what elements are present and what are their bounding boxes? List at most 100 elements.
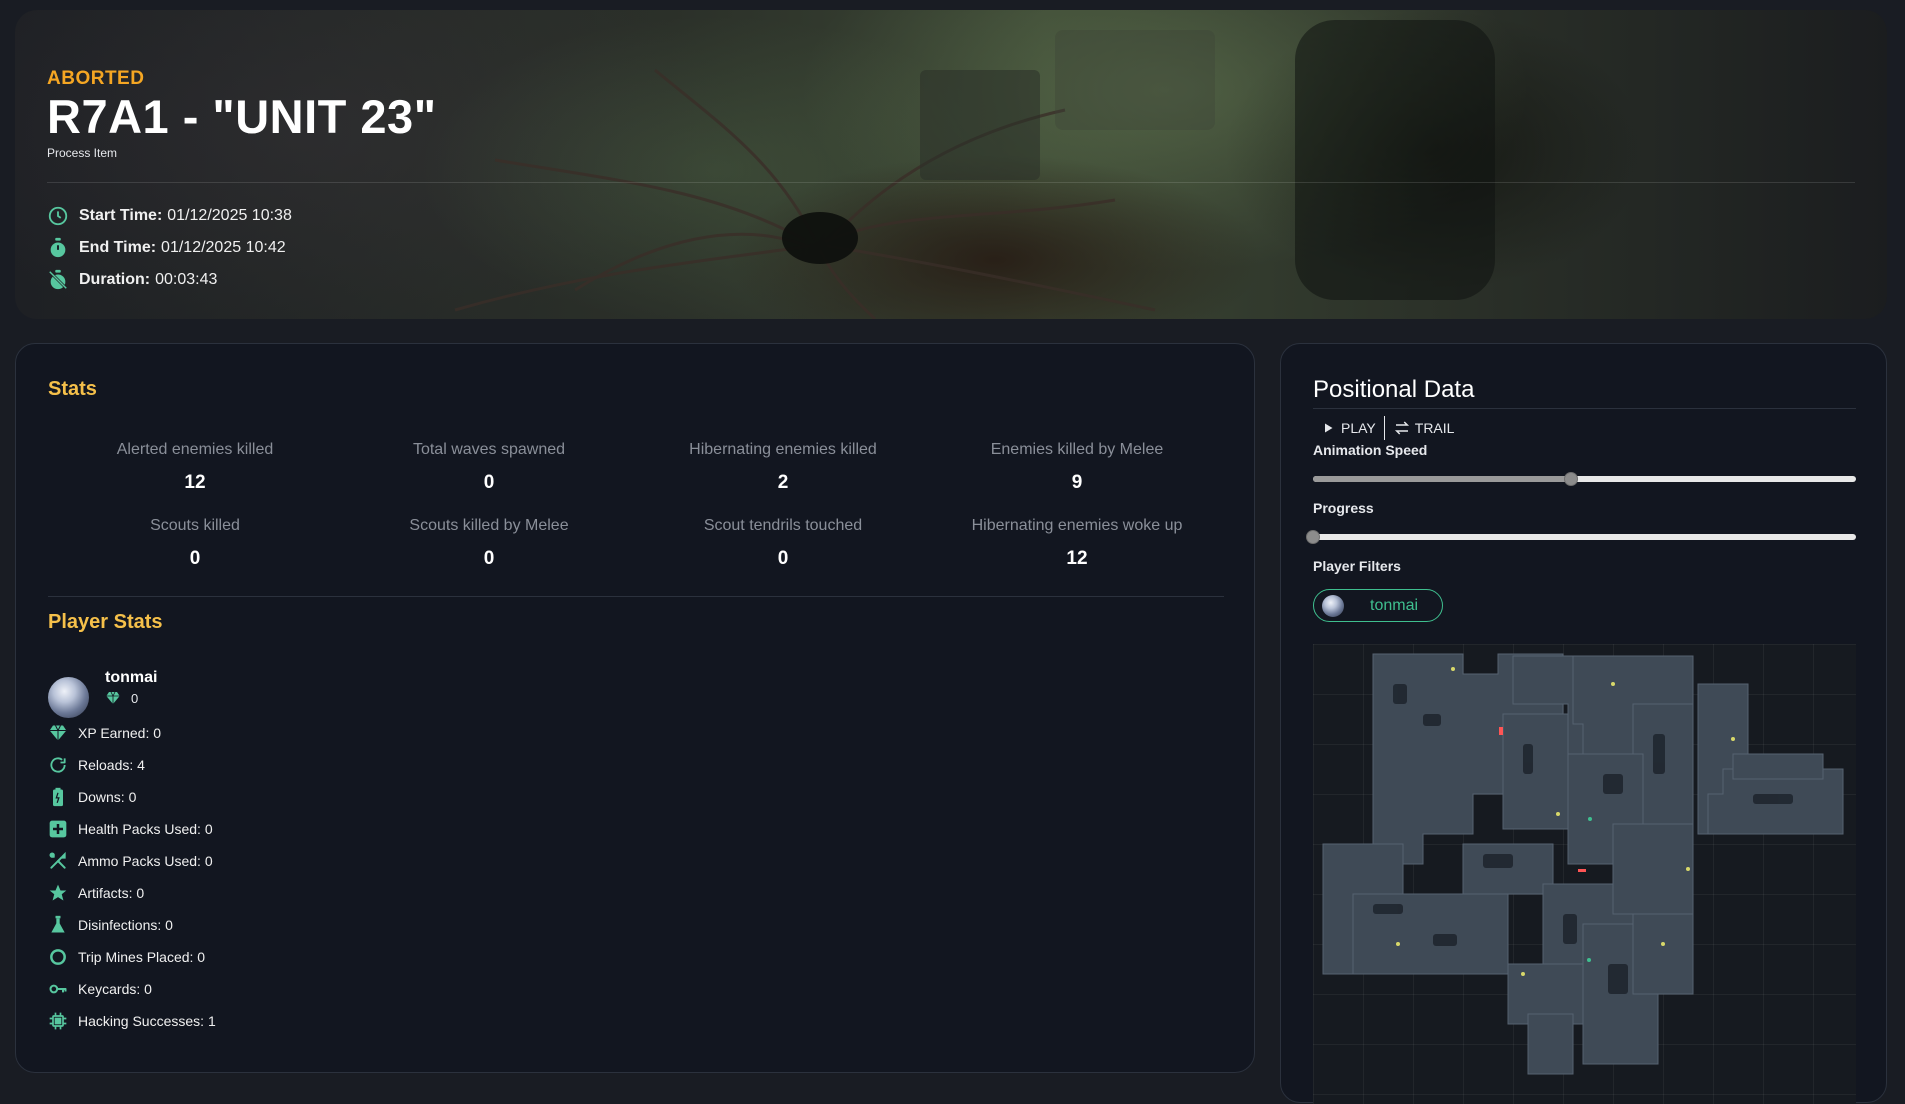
stat-label: Enemies killed by Melee — [990, 441, 1164, 458]
stat-scouts-killed: Scouts killed 0 — [48, 512, 342, 588]
time-list: Start Time: 01/12/2025 10:38 End Time: 0… — [47, 200, 292, 296]
player-filter-chip[interactable]: tonmai — [1313, 589, 1443, 622]
xp-earned-text: XP Earned: 0 — [78, 725, 162, 741]
stat-enemies-killed-by-melee: Enemies killed by Melee 9 — [930, 436, 1224, 512]
play-button[interactable]: PLAY — [1313, 419, 1382, 437]
stat-value: 12 — [1066, 548, 1088, 569]
banner-background-art — [454, 20, 1495, 319]
stat-value: 9 — [1071, 472, 1083, 493]
clock-icon — [47, 205, 69, 227]
slider-thumb[interactable] — [1563, 472, 1578, 486]
disinfections-row: Disinfections: 0 — [48, 909, 216, 941]
stat-total-waves-spawned: Total waves spawned 0 — [342, 436, 636, 512]
health-packs-text: Health Packs Used: 0 — [78, 821, 213, 837]
player-header: tonmai 0 — [48, 669, 157, 718]
stats-grid: Alerted enemies killed 12 Total waves sp… — [48, 436, 1224, 588]
star-icon — [48, 883, 68, 903]
slider-track — [1313, 534, 1856, 540]
stats-panel: Stats Alerted enemies killed 12 Total wa… — [15, 343, 1255, 1073]
hacking-text: Hacking Successes: 1 — [78, 1013, 216, 1029]
stat-label: Scouts killed by Melee — [409, 517, 569, 534]
chip-icon — [48, 1011, 68, 1031]
slider-fill — [1313, 476, 1571, 482]
start-time-label: Start Time: — [79, 207, 163, 224]
ammo-packs-text: Ammo Packs Used: 0 — [78, 853, 213, 869]
tools-icon — [48, 851, 68, 871]
key-icon — [48, 979, 68, 999]
start-time-value: 01/12/2025 10:38 — [167, 207, 292, 224]
gem-icon — [48, 723, 68, 743]
downs-row: Downs: 0 — [48, 781, 216, 813]
stat-value: 12 — [184, 472, 206, 493]
trail-button[interactable]: TRAIL — [1387, 419, 1461, 437]
level-map-drawing — [1322, 653, 1844, 1075]
flask-icon — [48, 915, 68, 935]
level-map[interactable] — [1313, 644, 1856, 1104]
stat-label: Total waves spawned — [412, 441, 566, 458]
positional-panel: Positional Data PLAY TRAIL Animation Spe… — [1280, 343, 1887, 1104]
stat-alerted-enemies-killed: Alerted enemies killed 12 — [48, 436, 342, 512]
trip-mines-row: Trip Mines Placed: 0 — [48, 941, 216, 973]
reloads-row: Reloads: 4 — [48, 749, 216, 781]
end-time-value: 01/12/2025 10:42 — [161, 239, 286, 256]
playback-controls: PLAY TRAIL — [1313, 412, 1460, 444]
progress-slider[interactable] — [1306, 529, 1856, 545]
stat-scout-tendrils-touched: Scout tendrils touched 0 — [636, 512, 930, 588]
player-filters-label: Player Filters — [1313, 558, 1401, 574]
stat-label: Scouts killed — [150, 517, 240, 534]
keycards-row: Keycards: 0 — [48, 973, 216, 1005]
player-name[interactable]: tonmai — [105, 669, 157, 687]
stat-hibernating-enemies-woke-up: Hibernating enemies woke up 12 — [930, 512, 1224, 588]
stat-label: Hibernating enemies woke up — [971, 517, 1183, 534]
downs-text: Downs: 0 — [78, 789, 137, 805]
progress-label: Progress — [1313, 500, 1374, 516]
stat-value: 0 — [483, 548, 495, 569]
ring-icon — [48, 947, 68, 967]
keycards-text: Keycards: 0 — [78, 981, 152, 997]
animation-speed-slider[interactable] — [1313, 471, 1856, 487]
positional-divider — [1313, 408, 1856, 409]
swap-arrows-icon — [1393, 419, 1411, 437]
duration-value: 00:03:43 — [155, 271, 218, 288]
control-separator — [1383, 416, 1385, 440]
avatar[interactable] — [48, 677, 89, 718]
player-level: 0 — [105, 690, 157, 706]
stat-value: 0 — [189, 548, 201, 569]
artifacts-text: Artifacts: 0 — [78, 885, 145, 901]
disinfections-text: Disinfections: 0 — [78, 917, 173, 933]
stat-value: 0 — [483, 472, 495, 493]
stat-value: 2 — [777, 472, 789, 493]
battery-icon — [48, 787, 68, 807]
slider-thumb[interactable] — [1306, 530, 1320, 544]
stat-value: 0 — [777, 548, 789, 569]
stat-scouts-killed-by-melee: Scouts killed by Melee 0 — [342, 512, 636, 588]
timer-off-icon — [47, 269, 69, 291]
player-filter-name: tonmai — [1370, 596, 1419, 614]
stat-label: Scout tendrils touched — [703, 517, 863, 534]
banner-divider — [47, 182, 1855, 183]
player-level-value: 0 — [131, 690, 139, 706]
end-time-label: End Time: — [79, 239, 157, 256]
end-time-row: End Time: 01/12/2025 10:42 — [47, 232, 292, 264]
medkit-icon — [48, 819, 68, 839]
trip-mines-text: Trip Mines Placed: 0 — [78, 949, 206, 965]
avatar — [1322, 594, 1344, 617]
gem-icon — [105, 690, 121, 706]
start-time-row: Start Time: 01/12/2025 10:38 — [47, 200, 292, 232]
play-icon — [1319, 419, 1337, 437]
stats-title: Stats — [48, 378, 97, 400]
stat-label: Alerted enemies killed — [116, 441, 274, 458]
xp-earned-row: XP Earned: 0 — [48, 717, 216, 749]
reloads-text: Reloads: 4 — [78, 757, 145, 773]
trail-label: TRAIL — [1414, 420, 1455, 436]
duration-row: Duration: 00:03:43 — [47, 264, 292, 296]
stat-label: Hibernating enemies killed — [689, 441, 877, 458]
animation-speed-label: Animation Speed — [1313, 442, 1428, 458]
reload-icon — [48, 755, 68, 775]
play-label: PLAY — [1341, 420, 1376, 436]
stat-hibernating-enemies-killed: Hibernating enemies killed 2 — [636, 436, 930, 512]
duration-label: Duration: — [79, 271, 151, 288]
mission-status: ABORTED — [47, 68, 145, 89]
mission-subtitle: Process Item — [47, 146, 118, 160]
artifacts-row: Artifacts: 0 — [48, 877, 216, 909]
